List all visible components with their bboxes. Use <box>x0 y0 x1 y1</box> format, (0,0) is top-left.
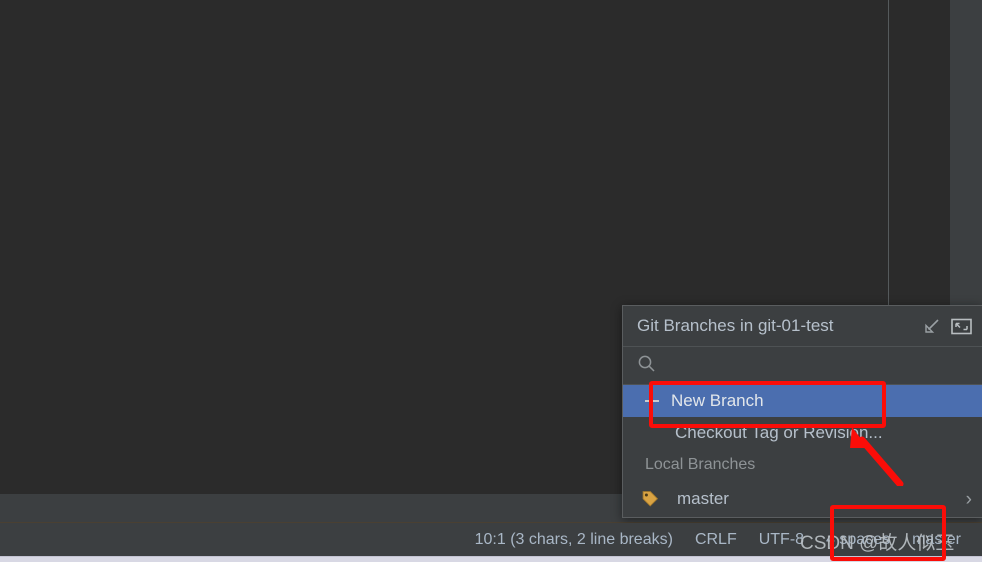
branch-name-label: master <box>677 489 729 508</box>
status-bar: 10:1 (3 chars, 2 line breaks) CRLF UTF-8… <box>0 523 982 556</box>
menu-item-new-branch[interactable]: New Branch <box>623 385 982 417</box>
menu-item-label: New Branch <box>671 391 764 410</box>
git-branches-popup[interactable]: Git Branches in git-01-test New Branch C… <box>622 305 982 518</box>
popup-title: Git Branches in git-01-test <box>637 316 834 335</box>
menu-item-label: Checkout Tag or Revision... <box>675 423 883 442</box>
os-taskbar-sliver <box>0 556 982 562</box>
search-input[interactable] <box>656 356 982 375</box>
branch-tag-icon <box>641 490 663 508</box>
group-header-label: Local Branches <box>645 456 756 473</box>
chevron-right-icon[interactable]: › <box>966 490 972 509</box>
status-indent[interactable]: 4 spaces <box>815 531 901 549</box>
branch-list[interactable]: New Branch Checkout Tag or Revision... L… <box>623 385 982 517</box>
status-caret-position[interactable]: 10:1 (3 chars, 2 line breaks) <box>475 531 684 549</box>
search-icon <box>637 354 656 378</box>
restore-window-icon[interactable] <box>948 313 974 339</box>
status-git-branch[interactable]: master <box>901 531 972 549</box>
branch-item-master[interactable]: master › <box>623 481 982 517</box>
menu-item-checkout-tag-or-revision[interactable]: Checkout Tag or Revision... <box>623 417 982 449</box>
ide-window: Git Branches in git-01-test New Branch C… <box>0 0 982 562</box>
popup-search-row[interactable] <box>623 347 982 385</box>
settings-arrow-icon[interactable] <box>918 313 944 339</box>
new-branch-icon <box>645 394 667 408</box>
status-encoding[interactable]: UTF-8 <box>748 531 815 549</box>
popup-header: Git Branches in git-01-test <box>623 306 982 347</box>
group-header-local-branches: Local Branches <box>623 449 982 481</box>
status-line-separator[interactable]: CRLF <box>684 531 748 549</box>
